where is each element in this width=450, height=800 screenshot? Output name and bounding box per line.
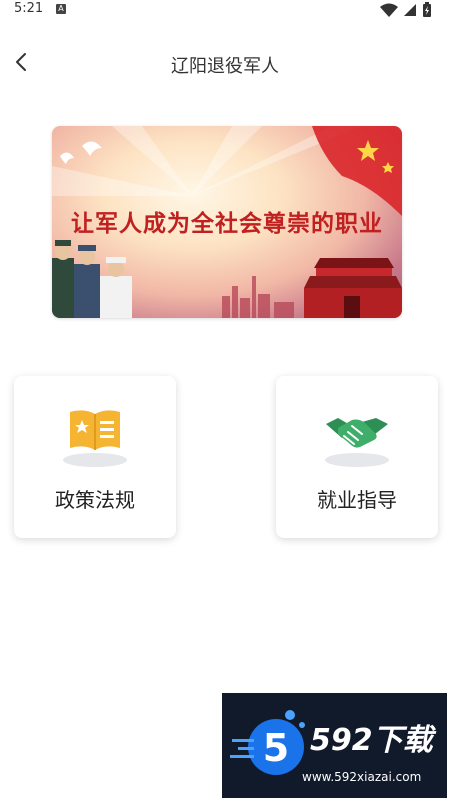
card-label: 就业指导 <box>317 488 397 512</box>
banner[interactable]: 让军人成为全社会尊崇的职业 <box>52 126 402 318</box>
banner-slogan: 让军人成为全社会尊崇的职业 <box>71 210 383 237</box>
handshake-icon <box>325 418 389 467</box>
soldiers-illustration <box>52 240 132 318</box>
status-icons <box>380 2 431 17</box>
wifi-icon <box>380 3 398 17</box>
status-bar: 5:21 A <box>0 0 450 20</box>
battery-icon <box>423 2 431 17</box>
notification-icon: A <box>56 4 66 14</box>
status-time: 5:21 <box>14 1 44 16</box>
policy-book-icon <box>63 410 127 467</box>
app-header: 辽阳退役军人 <box>0 40 450 84</box>
policy-regulations-card[interactable]: 政策法规 <box>14 376 176 538</box>
watermark-logo-digit: 5 <box>263 726 289 770</box>
watermark-brand: 592下载 <box>310 723 433 758</box>
card-label: 政策法规 <box>55 488 135 512</box>
signal-icon <box>404 4 416 16</box>
employment-guidance-card[interactable]: 就业指导 <box>276 376 438 538</box>
gate-illustration <box>304 258 402 318</box>
page-title: 辽阳退役军人 <box>171 56 279 77</box>
watermark-url: www.592xiazai.com <box>302 770 422 784</box>
watermark: 5 592下载 www.592xiazai.com <box>222 693 447 798</box>
dove-icon <box>60 141 102 164</box>
